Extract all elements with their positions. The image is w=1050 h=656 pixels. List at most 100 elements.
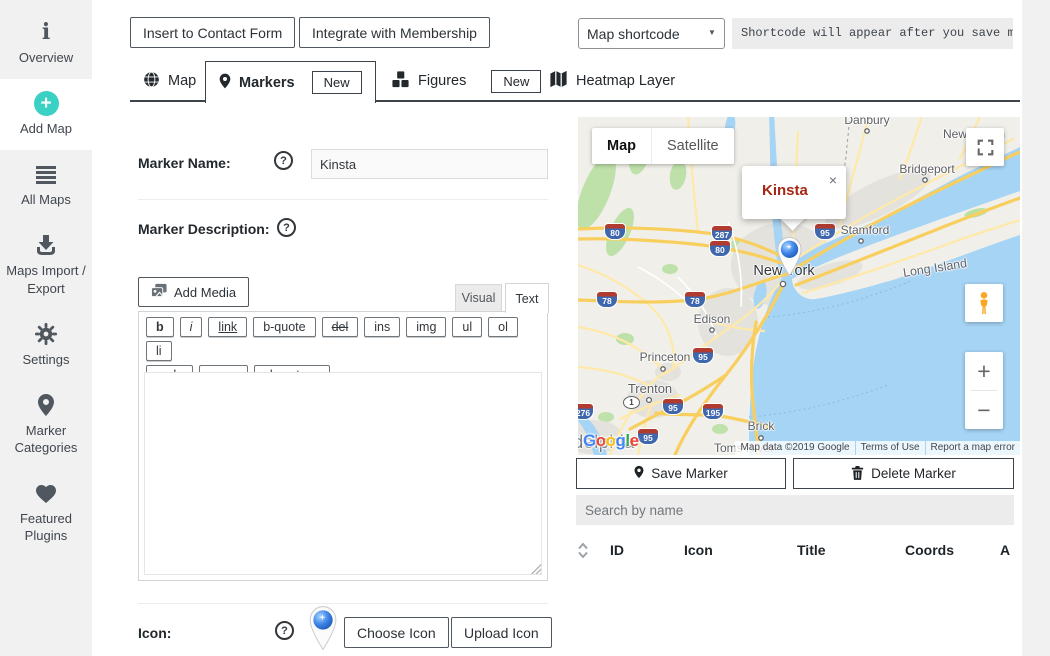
close-icon[interactable]: × <box>829 172 837 188</box>
markers-new-badge[interactable]: New <box>312 71 362 94</box>
sidebar-item-overview[interactable]: i Overview <box>0 8 92 79</box>
sidebar-item-add-map[interactable]: + Add Map <box>0 79 92 150</box>
marker-name-label: Marker Name: <box>138 155 231 171</box>
quicktag-link-button[interactable]: link <box>208 317 247 337</box>
sidebar-item-label: Settings <box>3 351 89 368</box>
zoom-in-button[interactable]: + <box>965 352 1003 390</box>
tab-markers[interactable]: Markers New <box>205 61 376 103</box>
map-shortcode-select[interactable]: Map shortcode <box>578 18 725 49</box>
route-shield: 287 <box>712 226 732 241</box>
trash-icon <box>851 465 864 483</box>
integrate-with-membership-button[interactable]: Integrate with Membership <box>299 17 490 48</box>
map-attribution: Map data ©2019 Google Terms of Use Repor… <box>735 441 1020 455</box>
divider <box>138 199 548 200</box>
sidebar-item-featured-plugins[interactable]: Featured Plugins <box>0 469 92 557</box>
report-map-error-link[interactable]: Report a map error <box>926 441 1020 455</box>
map-place-label: Stamford <box>841 223 890 237</box>
google-logo-letter: g <box>616 431 626 450</box>
editor-tab-text[interactable]: Text <box>505 283 549 313</box>
sidebar-item-label: Marker Categories <box>3 422 89 456</box>
tab-figures[interactable]: Figures New <box>391 62 541 100</box>
delete-marker-label: Delete Marker <box>871 466 956 481</box>
quicktag-ins-button[interactable]: ins <box>364 317 400 337</box>
search-input[interactable] <box>576 495 1014 525</box>
zoom-control: + − <box>965 352 1003 429</box>
zoom-out-button[interactable]: − <box>965 391 1003 429</box>
fullscreen-button[interactable] <box>966 128 1004 166</box>
download-icon <box>3 233 89 257</box>
sidebar-item-all-maps[interactable]: All Maps <box>0 150 92 221</box>
quicktag-ol-button[interactable]: ol <box>488 317 518 337</box>
delete-marker-button[interactable]: Delete Marker <box>793 458 1014 489</box>
column-header-icon[interactable]: Icon <box>684 542 713 558</box>
tab-map[interactable]: Map <box>143 62 196 100</box>
tab-markers-label: Markers <box>239 75 295 91</box>
help-icon[interactable]: ? <box>275 621 294 640</box>
tab-heatmap-label: Heatmap Layer <box>576 73 675 89</box>
divider <box>138 603 548 604</box>
map-info-window: Kinsta × <box>742 166 846 219</box>
marker-name-input[interactable] <box>311 149 548 179</box>
tab-heatmap-layer[interactable]: Heatmap Layer <box>549 62 675 100</box>
help-icon[interactable]: ? <box>277 218 296 237</box>
route-shield: 78 <box>685 292 705 307</box>
quicktag-ul-button[interactable]: ul <box>452 317 482 337</box>
description-textarea[interactable] <box>144 372 542 575</box>
resize-handle[interactable] <box>530 563 541 574</box>
quicktag-italic-button[interactable]: i <box>180 317 203 337</box>
column-header-action[interactable]: A <box>1000 542 1010 558</box>
plus-circle-icon: + <box>3 91 89 115</box>
insert-to-contact-form-button[interactable]: Insert to Contact Form <box>130 17 295 48</box>
map-place-label: Brick <box>748 419 775 433</box>
route-shield: 95 <box>815 224 835 239</box>
figures-new-badge[interactable]: New <box>491 70 541 93</box>
street-view-pegman[interactable] <box>965 284 1003 322</box>
map-place-label: Bridgeport <box>899 162 954 176</box>
add-media-button[interactable]: Add Media <box>138 277 249 307</box>
marker-icon-preview <box>308 605 338 654</box>
choose-icon-button[interactable]: Choose Icon <box>344 617 449 648</box>
upload-icon-button[interactable]: Upload Icon <box>451 617 552 648</box>
quicktag-bquote-button[interactable]: b-quote <box>253 317 315 337</box>
globe-icon <box>143 71 160 92</box>
tab-figures-label: Figures <box>418 73 466 89</box>
quicktag-del-button[interactable]: del <box>322 317 359 337</box>
help-icon[interactable]: ? <box>274 151 293 170</box>
map-place-label: Edison <box>694 312 731 326</box>
quicktag-li-button[interactable]: li <box>146 341 172 361</box>
sidebar-item-label: All Maps <box>3 191 89 208</box>
gear-icon <box>3 322 89 346</box>
marker-description-label: Marker Description: <box>138 221 269 237</box>
save-marker-button[interactable]: Save Marker <box>576 458 786 489</box>
map-place-label: Trenton <box>628 381 672 396</box>
list-icon <box>3 162 89 186</box>
sidebar-item-label: Overview <box>3 49 89 66</box>
route-shield: 95 <box>638 429 658 444</box>
shortcode-field[interactable]: Shortcode will appear after you save ma <box>732 18 1013 49</box>
route-shield: 80 <box>710 241 730 256</box>
map-marker-pin[interactable] <box>776 236 803 280</box>
sidebar-item-marker-categories[interactable]: Marker Categories <box>0 381 92 469</box>
google-logo-letter: o <box>606 431 616 450</box>
column-header-coords[interactable]: Coords <box>905 542 954 558</box>
route-shield: 195 <box>703 404 723 419</box>
map-type-map-button[interactable]: Map <box>592 128 651 164</box>
google-map[interactable]: Danbury New Haven Bridgeport Stamford Ne… <box>578 117 1020 455</box>
map-type-control: Map Satellite <box>592 128 734 164</box>
column-header-id[interactable]: ID <box>610 542 624 558</box>
wp-maps-plugin-page: i Overview + Add Map All Maps Maps Impor… <box>0 0 1050 656</box>
add-media-label: Add Media <box>174 285 236 300</box>
sort-icon[interactable] <box>578 543 588 561</box>
terms-of-use-link[interactable]: Terms of Use <box>856 441 925 455</box>
quicktag-img-button[interactable]: img <box>406 317 446 337</box>
google-logo-letter: o <box>596 431 606 450</box>
sidebar-item-maps-import-export[interactable]: Maps Import / Export <box>0 221 92 309</box>
column-header-title[interactable]: Title <box>797 542 826 558</box>
save-marker-label: Save Marker <box>651 466 728 481</box>
google-logo: Google <box>583 431 639 451</box>
editor-tab-visual[interactable]: Visual <box>455 284 502 311</box>
quicktag-bold-button[interactable]: b <box>146 317 174 337</box>
map-type-satellite-button[interactable]: Satellite <box>651 128 734 164</box>
sidebar-item-settings[interactable]: Settings <box>0 310 92 381</box>
tab-map-label: Map <box>168 73 196 89</box>
